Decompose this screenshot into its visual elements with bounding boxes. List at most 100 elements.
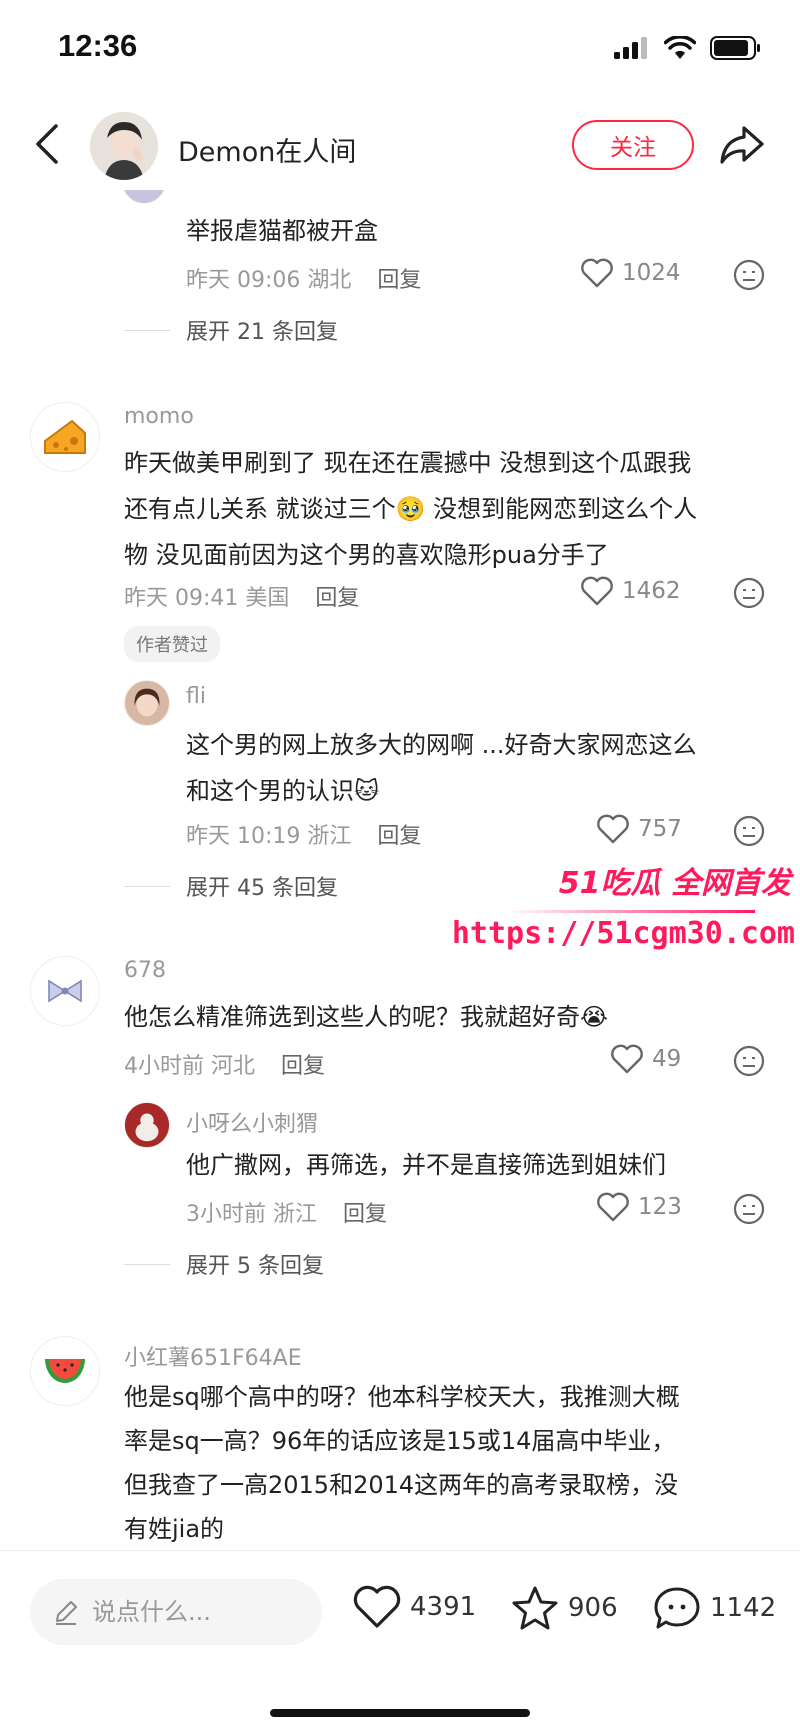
- comment-meta: 昨天 09:41 美国 回复: [124, 580, 359, 612]
- back-icon: [36, 124, 58, 164]
- like-count: 1462: [622, 578, 681, 604]
- status-icons: [614, 36, 762, 60]
- collect-button[interactable]: 906: [510, 1585, 618, 1631]
- reply-meta: 3小时前 浙江 回复: [186, 1196, 387, 1228]
- comment-time: 昨天 09:41 美国: [124, 586, 290, 611]
- watermelon-icon: [45, 1359, 85, 1383]
- commenter-name[interactable]: momo: [124, 404, 194, 429]
- cheese-icon: [44, 419, 86, 454]
- reply-button[interactable]: 回复: [343, 1196, 387, 1228]
- reply-button[interactable]: 回复: [315, 580, 359, 612]
- heart-icon: [611, 1044, 643, 1074]
- expand-replies[interactable]: 展开 21 条回复: [124, 314, 338, 346]
- like-post-button[interactable]: 4391: [352, 1585, 476, 1629]
- dislike-icon: [733, 815, 765, 847]
- like-count: 123: [638, 1194, 682, 1220]
- watermark-brand: 51吃瓜 全网首发: [558, 866, 791, 901]
- reply-button[interactable]: 回复: [377, 262, 421, 294]
- dislike-icon: [733, 259, 765, 291]
- dislike-button[interactable]: [732, 576, 766, 610]
- author-liked-badge: 作者赞过: [124, 626, 220, 662]
- commenter-avatar[interactable]: [122, 190, 166, 204]
- heart-icon: [581, 258, 613, 288]
- author-avatar[interactable]: [90, 112, 158, 180]
- like-button[interactable]: 757: [596, 814, 682, 844]
- comment-text: 昨天做美甲刷到了 现在还在震撼中 没想到这个瓜跟我 还有点儿关系 就谈过三个🥹 …: [124, 449, 698, 569]
- chat-icon: [654, 1587, 700, 1629]
- commenter-avatar[interactable]: [30, 1336, 100, 1406]
- heart-icon: [597, 814, 629, 844]
- share-button[interactable]: [718, 122, 766, 168]
- reply-avatar[interactable]: [124, 1102, 170, 1148]
- heart-icon: [353, 1585, 401, 1628]
- reply-avatar[interactable]: [124, 680, 170, 726]
- reply-button[interactable]: 回复: [281, 1048, 325, 1080]
- dislike-icon: [733, 1193, 765, 1225]
- dislike-button[interactable]: [732, 1044, 766, 1078]
- like-button[interactable]: 123: [596, 1192, 682, 1222]
- expand-replies[interactable]: 展开 45 条回复: [124, 870, 338, 902]
- reply-avatar-image: [125, 681, 169, 725]
- home-indicator[interactable]: [270, 1709, 530, 1717]
- reply-text: 他广撒网，再筛选，并不是直接筛选到姐妹们: [186, 1151, 666, 1179]
- watermark-bar: [505, 910, 755, 913]
- post-star-count: 906: [568, 1593, 618, 1623]
- reply-button[interactable]: 回复: [377, 818, 421, 850]
- reply-meta: 昨天 10:19 浙江 回复: [186, 818, 421, 850]
- comment-text: 他是sq哪个高中的呀？他本科学校天大，我推测大概 率是sq一高？96年的话应该是…: [124, 1383, 680, 1543]
- comment-meta: 昨天 09:06 湖北 回复: [186, 262, 421, 294]
- reply-username[interactable]: 小呀么小刺猬: [186, 1106, 318, 1138]
- like-count: 757: [638, 816, 682, 842]
- author-avatar-image: [90, 112, 158, 180]
- commenter-avatar[interactable]: [30, 402, 100, 472]
- watermark-url: https://51cgm30.com: [451, 916, 795, 951]
- comment-time: 4小时前 河北: [124, 1054, 256, 1079]
- commenter-name[interactable]: 小红薯651F64AE: [124, 1340, 302, 1372]
- bottom-action-bar: 4391 906 1142: [0, 1550, 800, 1731]
- comment-input-box[interactable]: [30, 1579, 322, 1645]
- wifi-icon: [664, 36, 696, 59]
- heart-icon: [597, 1192, 629, 1222]
- heart-icon: [581, 576, 613, 606]
- author-name[interactable]: Demon在人间: [178, 130, 356, 169]
- divider-line: [124, 885, 170, 887]
- comment-meta: 4小时前 河北 回复: [124, 1048, 325, 1080]
- back-button[interactable]: [30, 122, 66, 166]
- like-count: 1024: [622, 260, 681, 286]
- like-count: 49: [652, 1046, 682, 1072]
- divider-line: [124, 329, 170, 331]
- post-comment-count: 1142: [710, 1593, 777, 1623]
- commenter-avatar[interactable]: [30, 956, 100, 1026]
- comment-text: 举报虐猫都被开盒: [186, 217, 378, 245]
- pencil-icon: [56, 1601, 77, 1625]
- expand-replies[interactable]: 展开 5 条回复: [124, 1248, 324, 1280]
- like-button[interactable]: 1462: [580, 576, 681, 606]
- dislike-button[interactable]: [732, 258, 766, 292]
- status-time: 12:36: [58, 28, 138, 63]
- like-button[interactable]: 49: [610, 1044, 681, 1074]
- signal-icon: [614, 37, 647, 59]
- reply-time: 昨天 10:19 浙江: [186, 824, 352, 849]
- comment-input[interactable]: [92, 1598, 292, 1626]
- reply-time: 3小时前 浙江: [186, 1202, 318, 1227]
- comment-text: 他怎么精准筛选到这些人的呢？我就超好奇😭: [124, 1003, 609, 1031]
- battery-icon: [710, 36, 760, 60]
- status-bar: 12:36: [0, 0, 800, 100]
- dislike-icon: [733, 577, 765, 609]
- reply-avatar-image: [125, 1103, 169, 1147]
- comments-button[interactable]: 1142: [652, 1585, 776, 1631]
- share-icon: [720, 126, 764, 164]
- reply-text: 这个男的网上放多大的网啊 ...好奇大家网恋这么 和这个男的认识🐱: [186, 731, 697, 805]
- reply-username[interactable]: fli: [186, 684, 206, 709]
- nav-header: Demon在人间 关注: [0, 100, 800, 190]
- bow-icon: [48, 979, 82, 1003]
- commenter-name[interactable]: 678: [124, 958, 166, 983]
- like-button[interactable]: 1024: [580, 258, 681, 288]
- dislike-icon: [733, 1045, 765, 1077]
- dislike-button[interactable]: [732, 814, 766, 848]
- dislike-button[interactable]: [732, 1192, 766, 1226]
- watermark: 51吃瓜 全网首发 https://51cgm30.com: [452, 858, 795, 978]
- post-like-count: 4391: [410, 1592, 477, 1622]
- divider-line: [124, 1263, 170, 1265]
- follow-button[interactable]: 关注: [572, 120, 694, 170]
